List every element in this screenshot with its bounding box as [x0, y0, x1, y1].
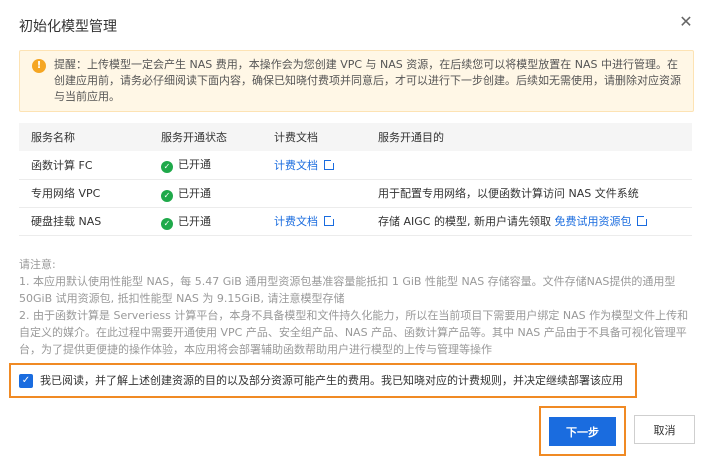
- check-circle-icon: ✓: [161, 217, 173, 230]
- cancel-button[interactable]: 取消: [634, 415, 695, 444]
- external-link-icon[interactable]: [324, 157, 336, 170]
- service-name: 函数计算 FC: [19, 151, 149, 180]
- billing-doc-link[interactable]: 计费文档: [274, 215, 318, 228]
- column-header-purpose: 服务开通目的: [366, 123, 692, 151]
- billing-doc-cell: 计费文档: [262, 207, 366, 236]
- status-text: 已开通: [178, 186, 211, 200]
- column-header-status: 服务开通状态: [149, 123, 262, 151]
- column-header-name: 服务名称: [19, 123, 149, 151]
- free-trial-link[interactable]: 免费试用资源包: [554, 215, 631, 228]
- note-item: 1. 本应用默认使用性能型 NAS，每 5.47 GiB 通用型资源包基准容量能…: [19, 275, 676, 305]
- external-link-icon[interactable]: [324, 214, 336, 226]
- service-purpose: 存储 AIGC 的模型, 新用户请先领取 免费试用资源包: [366, 207, 692, 236]
- close-icon[interactable]: ✕: [678, 14, 694, 30]
- service-name: 硬盘挂载 NAS: [19, 207, 149, 236]
- services-table: 服务名称 服务开通状态 计费文档 服务开通目的 函数计算 FC ✓ 已开通 计费文…: [19, 123, 692, 236]
- notes-section: 请注意: 1. 本应用默认使用性能型 NAS，每 5.47 GiB 通用型资源包…: [19, 256, 694, 358]
- billing-doc-link[interactable]: 计费文档: [274, 159, 318, 172]
- table-header-row: 服务名称 服务开通状态 计费文档 服务开通目的: [19, 123, 692, 151]
- table-row: 函数计算 FC ✓ 已开通 计费文档: [19, 151, 692, 180]
- alert-text: 提醒：上传模型一定会产生 NAS 费用，本操作会为您创建 VPC 与 NAS 资…: [54, 58, 681, 103]
- service-purpose: [366, 151, 692, 180]
- billing-doc-cell: 计费文档: [262, 151, 366, 180]
- agreement-box: ✓ 我已阅读，并了解上述创建资源的目的以及部分资源可能产生的费用。我已知晓对应的…: [9, 363, 637, 398]
- notes-heading: 请注意:: [19, 258, 56, 271]
- service-status: ✓ 已开通: [149, 151, 262, 180]
- status-text: 已开通: [178, 158, 211, 172]
- service-status: ✓ 已开通: [149, 207, 262, 236]
- status-text: 已开通: [178, 214, 211, 228]
- agreement-text[interactable]: 我已阅读，并了解上述创建资源的目的以及部分资源可能产生的费用。我已知晓对应的计费…: [40, 374, 623, 388]
- note-item: 2. 由于函数计算是 Serveriess 计算平台，本身不具备模型和文件持久化…: [19, 309, 689, 356]
- warning-icon: !: [32, 59, 46, 73]
- billing-doc-cell: [262, 179, 366, 208]
- column-header-doc: 计费文档: [262, 123, 366, 151]
- table-row: 硬盘挂载 NAS ✓ 已开通 计费文档 存储 AIGC 的模型, 新用户请先领取 …: [19, 207, 692, 236]
- external-link-icon[interactable]: [637, 214, 650, 226]
- service-status: ✓ 已开通: [149, 179, 262, 208]
- dialog-title: 初始化模型管理: [19, 19, 117, 35]
- service-purpose: 用于配置专用网络，以便函数计算访问 NAS 文件系统: [366, 179, 692, 208]
- check-circle-icon: ✓: [161, 161, 173, 174]
- warning-alert: ! 提醒：上传模型一定会产生 NAS 费用，本操作会为您创建 VPC 与 NAS…: [19, 50, 694, 112]
- check-circle-icon: ✓: [161, 189, 173, 202]
- next-button-highlight: 下一步: [539, 406, 626, 456]
- next-button[interactable]: 下一步: [549, 417, 616, 446]
- service-name: 专用网络 VPC: [19, 179, 149, 208]
- table-row: 专用网络 VPC ✓ 已开通 用于配置专用网络，以便函数计算访问 NAS 文件系统: [19, 179, 692, 208]
- agreement-checkbox[interactable]: ✓: [19, 374, 33, 388]
- purpose-text: 存储 AIGC 的模型, 新用户请先领取: [378, 215, 551, 228]
